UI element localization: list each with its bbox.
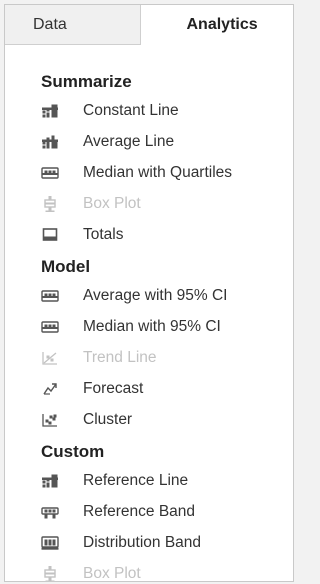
analytics-item-label: Totals: [83, 225, 124, 243]
analytics-item-label: Forecast: [83, 379, 144, 397]
analytics-item-average-with-95-ci[interactable]: Average with 95% CI: [5, 280, 293, 311]
cluster-icon: [41, 412, 59, 428]
analytics-item-label: Distribution Band: [83, 533, 202, 551]
tab-analytics[interactable]: Analytics: [140, 5, 293, 45]
analytics-item-box-plot: Box Plot: [5, 188, 293, 219]
tab-data[interactable]: Data: [5, 5, 141, 45]
analytics-item-label: Median with 95% CI: [83, 317, 221, 335]
analytics-item-forecast[interactable]: Forecast: [5, 373, 293, 404]
analytics-item-totals[interactable]: Totals: [5, 219, 293, 250]
distribution-band-icon: [41, 535, 59, 551]
median-quartiles-icon: [41, 165, 59, 181]
section-title-model: Model: [41, 257, 91, 276]
analytics-item-average-line[interactable]: Average Line: [5, 126, 293, 157]
section-title-summarize: Summarize: [41, 72, 132, 91]
analytics-item-median-with-quartiles[interactable]: Median with Quartiles: [5, 157, 293, 188]
reference-line-icon: [41, 473, 59, 489]
analytics-item-label: Constant Line: [83, 101, 179, 119]
analytics-content: Summarize Constant Line Average Line Median…: [5, 45, 293, 582]
average-line-icon: [41, 134, 59, 150]
analytics-item-label: Cluster: [83, 410, 133, 428]
box-plot-icon: [41, 195, 59, 212]
analytics-item-label: Box Plot: [83, 194, 141, 212]
analytics-item-trend-line: Trend Line: [5, 342, 293, 373]
tab-data-label: Data: [33, 15, 67, 33]
analytics-item-label: Median with Quartiles: [83, 163, 233, 181]
analytics-item-median-with-95-ci[interactable]: Median with 95% CI: [5, 311, 293, 342]
average-ci-icon: [41, 288, 59, 304]
analytics-item-reference-band[interactable]: Reference Band: [5, 496, 293, 527]
median-ci-icon: [41, 319, 59, 335]
tab-analytics-label: Analytics: [186, 16, 258, 33]
analytics-item-label: Trend Line: [83, 348, 157, 366]
analytics-item-label: Box Plot: [83, 564, 141, 582]
analytics-item-box-plot: Box Plot: [5, 558, 293, 582]
analytics-item-label: Reference Band: [83, 502, 196, 520]
box-plot-icon: [41, 565, 59, 581]
analytics-item-label: Reference Line: [83, 471, 189, 489]
analytics-item-reference-line[interactable]: Reference Line: [5, 465, 293, 496]
analytics-item-cluster[interactable]: Cluster: [5, 404, 293, 435]
analytics-item-constant-line[interactable]: Constant Line: [5, 95, 293, 126]
trend-line-icon: [41, 350, 59, 366]
analytics-item-distribution-band[interactable]: Distribution Band: [5, 527, 293, 558]
totals-icon: [41, 227, 59, 243]
pane-tabs: Data Analytics: [5, 5, 293, 45]
forecast-icon: [41, 381, 59, 397]
analytics-item-label: Average with 95% CI: [83, 286, 228, 304]
constant-line-icon: [41, 103, 59, 119]
section-title-custom: Custom: [41, 442, 105, 461]
reference-band-icon: [41, 504, 59, 520]
analytics-item-label: Average Line: [83, 132, 175, 150]
analytics-pane: Data Analytics Summarize Constant Line Ave…: [4, 4, 294, 582]
